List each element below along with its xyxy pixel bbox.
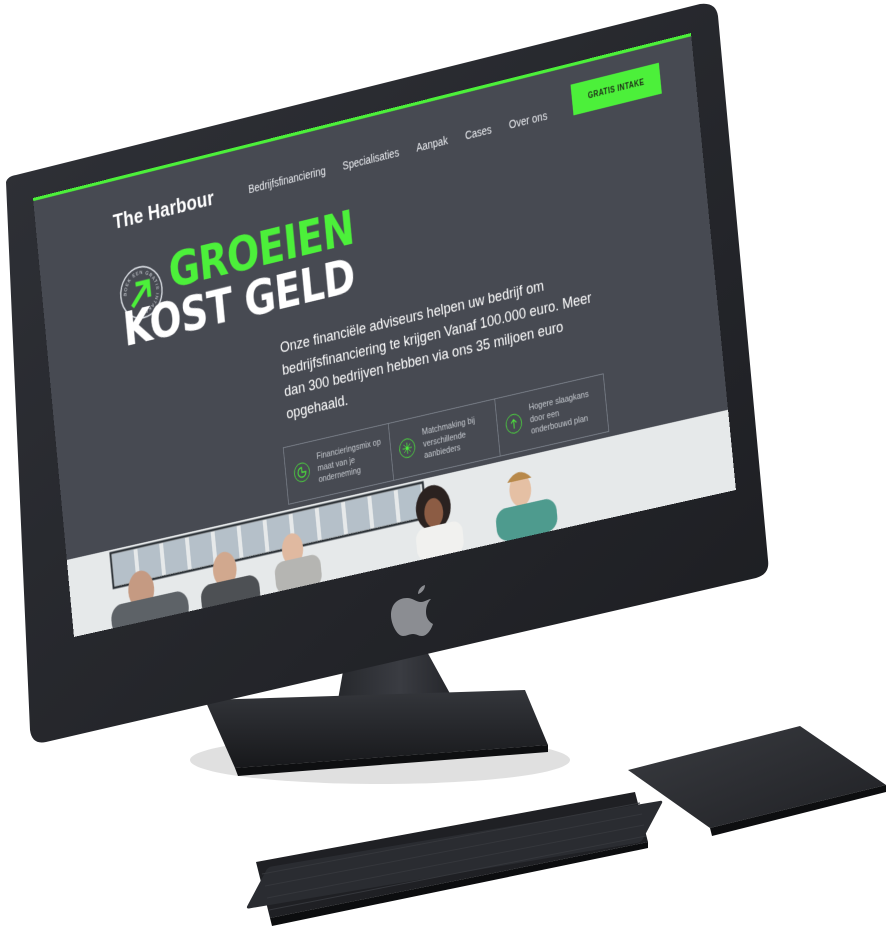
gratis-intake-button[interactable]: GRATIS INTAKE [571, 63, 662, 116]
keyboard [246, 792, 664, 926]
feature-label: Financieringsmix op maat van je ondernem… [316, 436, 385, 487]
product-mockup: The Harbour Bedrijfsfinanciering Special… [0, 0, 888, 927]
network-icon [398, 437, 416, 460]
nav-item-over-ons[interactable]: Over ons [508, 109, 547, 131]
nav-item-bedrijfsfinanciering[interactable]: Bedrijfsfinanciering [248, 164, 326, 196]
pie-chart-icon [293, 461, 311, 484]
brand-logo[interactable]: The Harbour [112, 185, 215, 234]
nav-item-specialisaties[interactable]: Specialisaties [342, 146, 400, 173]
growth-icon [505, 412, 523, 435]
trackpad [628, 726, 886, 836]
feature-label: Hogere slaagkans door een onderbouwd pla… [528, 387, 599, 439]
nav-item-cases[interactable]: Cases [464, 123, 492, 142]
feature-label: Matchmaking bij verschillende aanbieders [421, 411, 490, 462]
nav-item-aanpak[interactable]: Aanpak [416, 134, 449, 155]
